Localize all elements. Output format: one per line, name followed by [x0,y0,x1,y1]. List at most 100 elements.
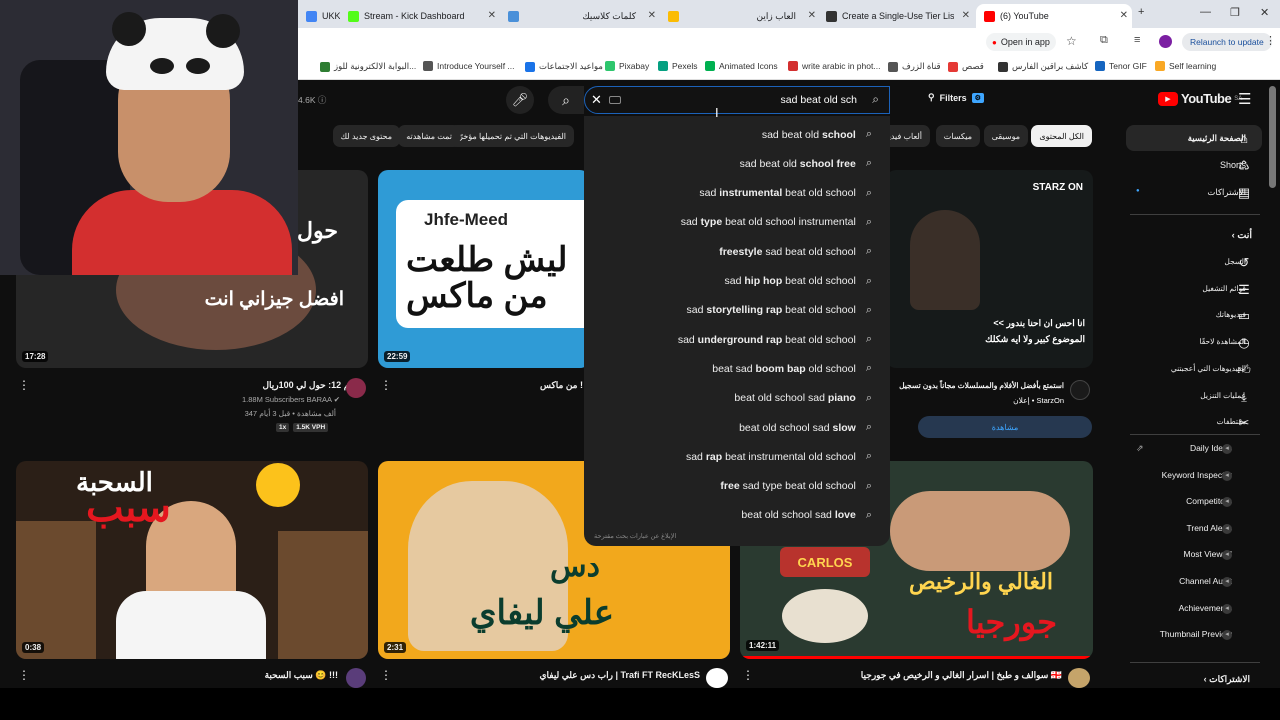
search-suggestion[interactable]: beat old school sad slow ⌕ [739,413,872,442]
bookmark-star-icon[interactable]: ☆ [1066,34,1077,48]
bookmark-item[interactable]: قناة الزرف [888,61,941,72]
sidebar-you-header[interactable]: ‹ أنت [1232,230,1252,241]
search-icon: ⌕ [872,92,879,106]
report-suggestions-link[interactable]: الإبلاغ عن عبارات بحث مقترحة [594,532,676,540]
more-options-icon[interactable]: ⋮ [380,668,392,682]
video-thumbnail[interactable]: السحبة سبب 0:38 [16,461,368,659]
bookmark-item[interactable]: Self learning [1155,61,1216,71]
restore-icon[interactable]: ❐ [1230,6,1240,19]
bookmark-item[interactable]: قصص [948,61,984,72]
bookmark-item[interactable]: Pixabay [605,61,649,71]
new-tab-button[interactable]: + [1138,6,1144,18]
bookmark-item[interactable]: البوابة الالكترونية للوز... [320,61,416,72]
voice-search-button[interactable]: 🎤︎ [506,86,534,114]
search-suggestion[interactable]: sad storytelling rap beat old school ⌕ [687,296,872,325]
search-suggestion[interactable]: beat old school sad piano ⌕ [734,384,872,413]
close-tab-icon[interactable]: ✕ [808,10,816,21]
scrollbar-thumb[interactable] [1269,86,1276,188]
channel-avatar[interactable] [346,378,366,398]
video-title[interactable]: من ماكس ! [540,380,583,391]
clear-search-icon[interactable]: ✕ [591,92,602,108]
bookmark-item[interactable]: Introduce Yourself ... [423,61,515,71]
filters-button[interactable]: ⚲ Filters ⚙ [928,92,984,103]
channel-avatar[interactable] [1070,380,1090,400]
tool-badge-icon: ◂ [1222,523,1232,534]
close-tab-icon[interactable]: ✕ [962,10,970,21]
bookmark-item[interactable]: Pexels [658,61,698,71]
channel-name[interactable]: BARAA [307,395,332,404]
youtube-logo[interactable]: ▶ YouTube SA [1158,91,1242,106]
video-title[interactable]: سبب السحبة 😊 !!! [265,670,338,681]
bookmark-item[interactable]: Animated Icons [705,61,778,71]
browser-tab[interactable]: Stream - Kick Dashboard ✕ [340,4,500,28]
reading-list-icon[interactable]: ≡ [1134,34,1140,46]
filter-chip[interactable]: ميكسات [935,125,980,147]
search-suggestion[interactable]: beat old school sad love ⌕ [741,501,872,530]
search-button[interactable]: ⌕ [548,86,584,114]
hamburger-menu-icon[interactable]: ☰ [1238,90,1251,108]
ad-title[interactable]: استمتع بأفضل الأفلام والمسلسلات مجاناً ب… [899,381,1064,390]
chrome-menu-icon[interactable]: ⋮ [1265,34,1276,47]
new-content-dot: ● [1136,188,1140,194]
close-window-icon[interactable]: ✕ [1260,6,1269,19]
search-icon: ⌕ [865,303,872,316]
close-tab-icon[interactable]: ✕ [488,10,496,21]
filter-chip[interactable]: موسيقى [983,125,1028,147]
search-suggestion[interactable]: sad beat old school free ⌕ [740,149,872,178]
search-suggestion[interactable]: free sad type beat old school ⌕ [720,472,872,501]
channel-avatar[interactable] [706,668,728,688]
sidebar-item-you[interactable]: الفيديوهات التي أعجبتني [1171,364,1246,373]
search-suggestion[interactable]: sad hip hop beat old school ⌕ [725,267,873,296]
history-icon: ↺ [1238,255,1250,270]
external-link-icon[interactable]: ⇗ [1136,443,1144,454]
channel-avatar[interactable] [1068,668,1090,688]
video-thumbnail[interactable]: Jhfe-Meed ليش طلعت من ماكس 22:59 [378,170,590,368]
browser-tab[interactable]: كلمات كلاسيك ✕ [500,4,660,28]
keyboard-icon[interactable] [609,96,621,104]
minimize-icon[interactable]: — [1200,6,1211,18]
close-tab-icon[interactable]: ✕ [648,10,656,21]
search-suggestion[interactable]: sad underground rap beat old school ⌕ [678,325,872,354]
video-title[interactable]: راب دس علي ليفاي | Trafi FT RecKLesS [539,670,700,681]
search-suggestion[interactable]: sad beat old school ⌕ [762,120,872,149]
filter-chip[interactable]: محتوى جديد لك [332,125,400,147]
filter-chip[interactable]: تمت مشاهدته [398,125,460,147]
more-options-icon[interactable]: ⋮ [742,668,754,682]
search-suggestion[interactable]: sad rap beat instrumental old school ⌕ [686,442,872,471]
bookmark-item[interactable]: write arabic in phot... [788,61,880,71]
extensions-icon[interactable]: ⧉ [1100,34,1108,47]
sidebar-subscriptions-header[interactable]: ‹ الاشتراكات [1204,674,1250,685]
search-suggestion[interactable]: sad instrumental beat old school ⌕ [699,179,872,208]
bookmark-item[interactable]: Tenor GIF [1095,61,1147,71]
browser-tab[interactable]: Create a Single-Use Tier List (F✕ [818,4,974,28]
channel-name[interactable]: StarzOn [1036,396,1064,405]
divider [1130,214,1260,215]
search-icon: ⌕ [865,157,872,170]
thumb-caption: الموضوع كبير ولا ايه شكلك [985,334,1085,344]
close-tab-icon[interactable]: ✕ [1120,10,1128,21]
browser-tab[interactable]: UKK [298,4,340,28]
bookmark-item[interactable]: كاشف براقين الفارس [998,61,1088,72]
video-title[interactable]: سوالف و طبخ | اسرار الغالي و الرخيص في ج… [861,670,1062,681]
profile-avatar[interactable] [1159,35,1172,48]
open-in-app-button[interactable]: ● Open in app [986,33,1056,51]
channel-avatar[interactable] [346,668,366,688]
relaunch-button[interactable]: Relaunch to update [1182,33,1272,51]
suggestion-text: sad type beat old school instrumental [680,216,856,229]
search-suggestion[interactable]: beat sad boom bap old school ⌕ [712,354,872,383]
ad-watch-button[interactable]: مشاهدة [918,416,1092,438]
thumb-caption: من ماكس [406,277,548,315]
browser-tab-youtube[interactable]: (6) YouTube ✕ [976,4,1132,28]
filter-chip[interactable]: الفيديوهات التي تم تحميلها مؤخرًا [448,125,574,147]
more-options-icon[interactable]: ⋮ [18,378,30,392]
your-videos-icon: ▭ [1237,308,1251,324]
search-suggestion[interactable]: freestyle sad beat old school ⌕ [719,237,872,266]
search-input[interactable]: ✕ sad beat old sch ⌕ [584,86,890,114]
search-suggestion[interactable]: sad type beat old school instrumental ⌕ [681,208,872,237]
more-options-icon[interactable]: ⋮ [18,668,30,682]
ad-thumbnail[interactable]: STARZ ON << انا احس ان احنا بندور الموضو… [886,170,1093,368]
bookmark-item[interactable]: مواعيد الاجتماعات [525,61,603,72]
more-options-icon[interactable]: ⋮ [380,378,392,392]
browser-tab[interactable]: العاب زاين ✕ [660,4,820,28]
filter-chip[interactable]: الكل المحتوى [1031,125,1092,147]
